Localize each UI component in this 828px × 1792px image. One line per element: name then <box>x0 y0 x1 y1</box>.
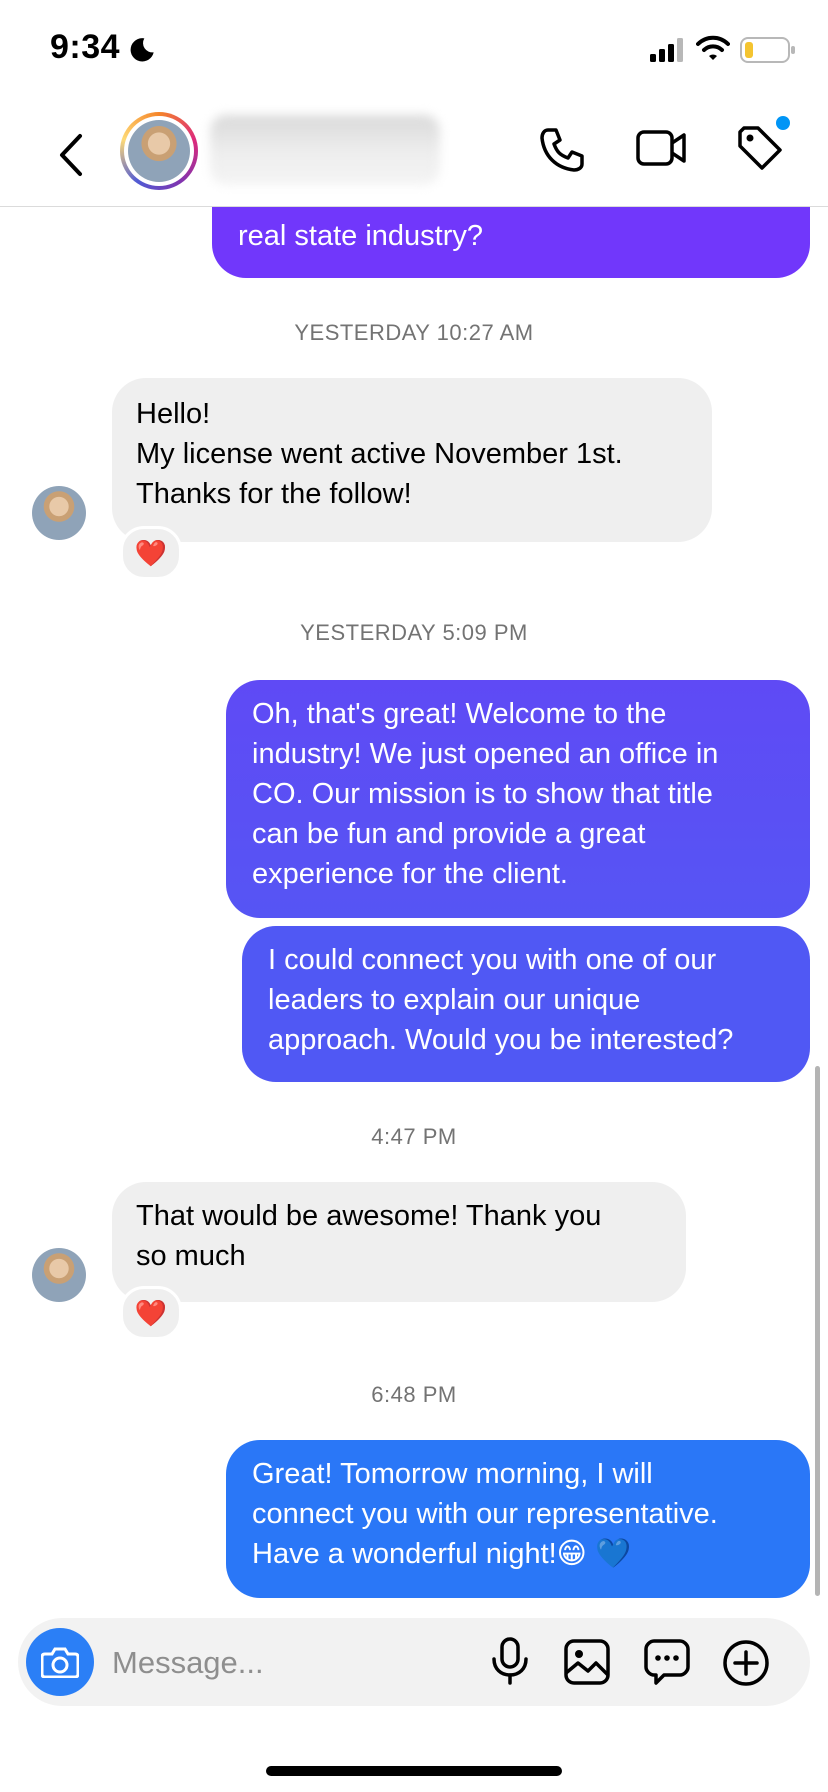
moon-icon <box>130 38 154 62</box>
message-timestamp: YESTERDAY 5:09 PM <box>300 620 528 645</box>
message-timestamp: 4:47 PM <box>371 1124 457 1149</box>
message-line: Hello! <box>136 398 211 430</box>
contact-avatar[interactable] <box>120 112 198 190</box>
message-line: leaders to explain our unique <box>268 984 641 1016</box>
notification-dot <box>776 116 790 130</box>
message-bubble-incoming[interactable]: Hello! My license went active November 1… <box>112 378 712 542</box>
phone-icon[interactable] <box>538 126 586 174</box>
image-icon[interactable] <box>564 1639 610 1685</box>
message-line: My license went active November 1st. <box>136 438 623 470</box>
message-bubble-incoming[interactable]: That would be awesome! Thank you so much <box>112 1182 686 1302</box>
message-timestamp: 6:48 PM <box>371 1382 457 1407</box>
back-button[interactable]: chevron-left-icon <box>52 130 92 180</box>
video-camera-icon[interactable] <box>636 126 688 170</box>
home-indicator <box>266 1766 562 1776</box>
message-line: Have a wonderful night!😁 💙 <box>252 1538 632 1570</box>
message-line: real state industry? <box>238 220 484 252</box>
message-line: industry! We just opened an office in <box>252 738 719 770</box>
sender-avatar[interactable] <box>32 486 86 540</box>
plus-circle-icon[interactable] <box>722 1639 770 1687</box>
message-bubble-outgoing[interactable]: Great! Tomorrow morning, I will connect … <box>226 1440 810 1598</box>
message-line: I could connect you with one of our <box>268 944 717 976</box>
message-line: can be fun and provide a great <box>252 818 646 850</box>
sender-avatar[interactable] <box>32 1248 86 1302</box>
message-bubble-outgoing[interactable]: I could connect you with one of our lead… <box>242 926 810 1082</box>
message-input[interactable] <box>110 1636 474 1690</box>
message-line: CO. Our mission is to show that title <box>252 778 713 810</box>
battery-icon <box>740 37 795 63</box>
scrollbar[interactable] <box>815 1066 820 1596</box>
microphone-icon[interactable] <box>490 1637 530 1685</box>
contact-name-redacted[interactable] <box>210 115 440 185</box>
message-line: Oh, that's great! Welcome to the <box>252 698 667 730</box>
heart-reaction[interactable]: ❤️ <box>120 526 182 580</box>
status-time: 9:34 <box>50 28 121 66</box>
wifi-icon <box>696 35 730 60</box>
message-line: Thanks for the follow! <box>136 478 412 510</box>
message-line: connect you with our representative. <box>252 1498 718 1530</box>
profile-photo <box>128 120 190 182</box>
message-bubble-outgoing[interactable]: Oh, that's great! Welcome to the industr… <box>226 680 810 918</box>
message-line: Great! Tomorrow morning, I will <box>252 1458 653 1490</box>
message-line: so much <box>136 1240 246 1272</box>
message-timestamp: YESTERDAY 10:27 AM <box>294 320 534 345</box>
tag-icon[interactable] <box>736 124 784 172</box>
camera-button[interactable] <box>26 1628 94 1696</box>
message-line: That would be awesome! Thank you <box>136 1200 602 1232</box>
message-line: experience for the client. <box>252 858 568 890</box>
message-line: approach. Would you be interested? <box>268 1024 734 1056</box>
camera-icon <box>41 1647 79 1678</box>
heart-reaction[interactable]: ❤️ <box>120 1286 182 1340</box>
signal-icon <box>650 38 683 62</box>
sticker-chat-icon[interactable] <box>644 1639 690 1685</box>
